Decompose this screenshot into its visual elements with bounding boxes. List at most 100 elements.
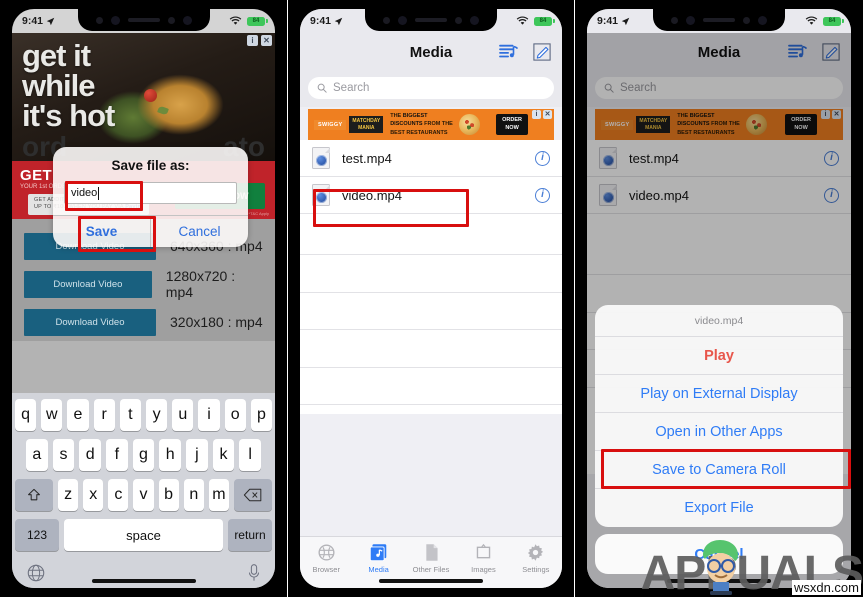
key-d[interactable]: d bbox=[79, 439, 101, 471]
keyboard-row-3: z x c v b n m bbox=[12, 479, 275, 511]
key-z[interactable]: z bbox=[58, 479, 79, 511]
phone-3-action-sheet: 9:41 84 Media Search SWIGGY MATCHDAY MAN… bbox=[574, 0, 863, 597]
playlist-music-icon[interactable] bbox=[499, 43, 519, 61]
backspace-icon[interactable] bbox=[233, 479, 272, 511]
ad-copy-line-1-plain: THE bbox=[390, 113, 403, 120]
key-s[interactable]: s bbox=[52, 439, 75, 471]
key-f[interactable]: f bbox=[106, 439, 128, 471]
status-bar-time-group: 9:41 bbox=[22, 15, 55, 27]
phone-notch bbox=[77, 9, 210, 31]
sensor-dot bbox=[455, 16, 462, 24]
ad-info-icon[interactable]: i bbox=[532, 110, 541, 119]
order-now-button[interactable]: ORDER NOW bbox=[496, 114, 528, 135]
key-x[interactable]: x bbox=[83, 479, 104, 511]
key-p[interactable]: p bbox=[250, 399, 273, 431]
cta-line-1: ORDER bbox=[502, 117, 522, 124]
sidebar-item-browser[interactable]: Browser bbox=[300, 543, 352, 574]
key-k[interactable]: k bbox=[212, 439, 235, 471]
key-m[interactable]: m bbox=[208, 479, 229, 511]
status-bar-time-group: 9:41 bbox=[310, 15, 343, 27]
action-play-external-display[interactable]: Play on External Display bbox=[595, 375, 843, 413]
file-list: test.mp4 i video.mp4 i bbox=[300, 140, 562, 414]
tab-label: Browser bbox=[312, 565, 340, 574]
sidebar-item-images[interactable]: Images bbox=[457, 543, 509, 574]
key-b[interactable]: b bbox=[158, 479, 179, 511]
key-n[interactable]: n bbox=[183, 479, 204, 511]
pizza-image bbox=[458, 114, 480, 135]
cancel-button[interactable]: Cancel bbox=[151, 216, 248, 247]
save-file-dialog-title: Save file as: bbox=[111, 158, 190, 173]
key-a[interactable]: a bbox=[25, 439, 48, 471]
annotation-box-save-button bbox=[78, 216, 156, 252]
home-indicator[interactable] bbox=[91, 579, 196, 583]
key-i[interactable]: i bbox=[198, 399, 220, 431]
phone-bezel: 9:41 84 Media Search SWIGGY MATCHDAY MAN… bbox=[583, 5, 855, 592]
ad-badges: i ✕ bbox=[247, 35, 272, 46]
keyboard-row-4: 123 space return bbox=[12, 519, 275, 551]
info-icon[interactable]: i bbox=[535, 187, 550, 203]
status-bar-time: 9:41 bbox=[597, 15, 619, 27]
sensor-dot bbox=[671, 16, 678, 24]
image-icon bbox=[476, 543, 491, 559]
ad-headline-line-1: get it bbox=[22, 38, 91, 73]
action-play[interactable]: Play bbox=[595, 337, 843, 375]
location-arrow-icon bbox=[334, 17, 343, 25]
ad-copy-line-2-bold: DISCOUNTS bbox=[390, 121, 423, 128]
return-key[interactable]: return bbox=[228, 519, 272, 551]
annotation-box-save-to-camera-roll bbox=[601, 449, 851, 489]
shift-icon[interactable] bbox=[15, 479, 53, 511]
sidebar-item-settings[interactable]: Settings bbox=[510, 543, 562, 574]
download-resolution-label: 1280x720 : mp4 bbox=[165, 268, 236, 300]
space-key[interactable]: space bbox=[64, 519, 223, 551]
sidebar-item-other-files[interactable]: Other Files bbox=[405, 543, 457, 574]
battery-level: 84 bbox=[539, 18, 547, 24]
status-bar-time: 9:41 bbox=[310, 15, 332, 27]
key-e[interactable]: e bbox=[67, 399, 89, 431]
home-indicator[interactable] bbox=[667, 579, 771, 583]
status-bar-indicators: 84 bbox=[805, 16, 844, 26]
key-r[interactable]: r bbox=[93, 399, 115, 431]
key-t[interactable]: t bbox=[119, 399, 141, 431]
home-indicator[interactable] bbox=[379, 579, 483, 583]
compose-icon[interactable] bbox=[533, 43, 551, 61]
key-y[interactable]: y bbox=[146, 399, 168, 431]
list-item[interactable]: test.mp4 i bbox=[300, 140, 562, 177]
search-input[interactable]: Search bbox=[308, 77, 554, 99]
action-export-file[interactable]: Export File bbox=[595, 489, 843, 527]
ad-info-icon[interactable]: i bbox=[247, 35, 258, 46]
sidebar-item-media[interactable]: Media bbox=[352, 543, 404, 574]
key-v[interactable]: v bbox=[133, 479, 154, 511]
key-w[interactable]: w bbox=[41, 399, 63, 431]
phone-2-media-list: 9:41 84 Media Search SWIGGY MATCHDAY MAN… bbox=[287, 0, 574, 597]
food-ad-hero-image: get it while it's hot i ✕ ord ato bbox=[12, 33, 275, 161]
phone-notch bbox=[653, 9, 785, 31]
info-icon[interactable]: i bbox=[535, 150, 550, 166]
swiggy-ad-banner[interactable]: SWIGGY MATCHDAY MANIA THE BIGGEST DISCOU… bbox=[308, 109, 554, 140]
key-c[interactable]: c bbox=[108, 479, 129, 511]
ad-close-icon[interactable]: ✕ bbox=[261, 35, 272, 46]
ad-copy-line-1: THE BIGGEST bbox=[390, 112, 453, 120]
action-open-in-other-apps[interactable]: Open in Other Apps bbox=[595, 413, 843, 451]
key-o[interactable]: o bbox=[224, 399, 246, 431]
battery-icon: 84 bbox=[534, 16, 555, 26]
key-h[interactable]: h bbox=[159, 439, 182, 471]
key-q[interactable]: q bbox=[14, 399, 37, 431]
search-placeholder: Search bbox=[333, 82, 370, 94]
ad-close-icon[interactable]: ✕ bbox=[543, 110, 552, 119]
ad-copy-line-2-plain: FROM THE bbox=[422, 121, 453, 128]
key-l[interactable]: l bbox=[239, 439, 262, 471]
microphone-icon[interactable] bbox=[247, 563, 261, 583]
download-video-button[interactable]: Download Video bbox=[24, 308, 156, 336]
key-g[interactable]: g bbox=[132, 439, 155, 471]
key-u[interactable]: u bbox=[172, 399, 194, 431]
swiggy-logo: SWIGGY bbox=[314, 119, 347, 130]
download-video-button[interactable]: Download Video bbox=[24, 270, 152, 298]
onscreen-keyboard: q w e r t y u i o p a s d f g h j k l z … bbox=[12, 393, 275, 588]
numbers-key[interactable]: 123 bbox=[15, 519, 59, 551]
action-sheet-cancel-button[interactable]: Cancel bbox=[595, 534, 843, 574]
key-j[interactable]: j bbox=[186, 439, 208, 471]
globe-icon[interactable] bbox=[26, 563, 46, 583]
battery-icon: 84 bbox=[823, 16, 844, 26]
mania-line-2: MANIA bbox=[358, 124, 375, 131]
download-resolution-label: 320x180 : mp4 bbox=[170, 314, 263, 330]
